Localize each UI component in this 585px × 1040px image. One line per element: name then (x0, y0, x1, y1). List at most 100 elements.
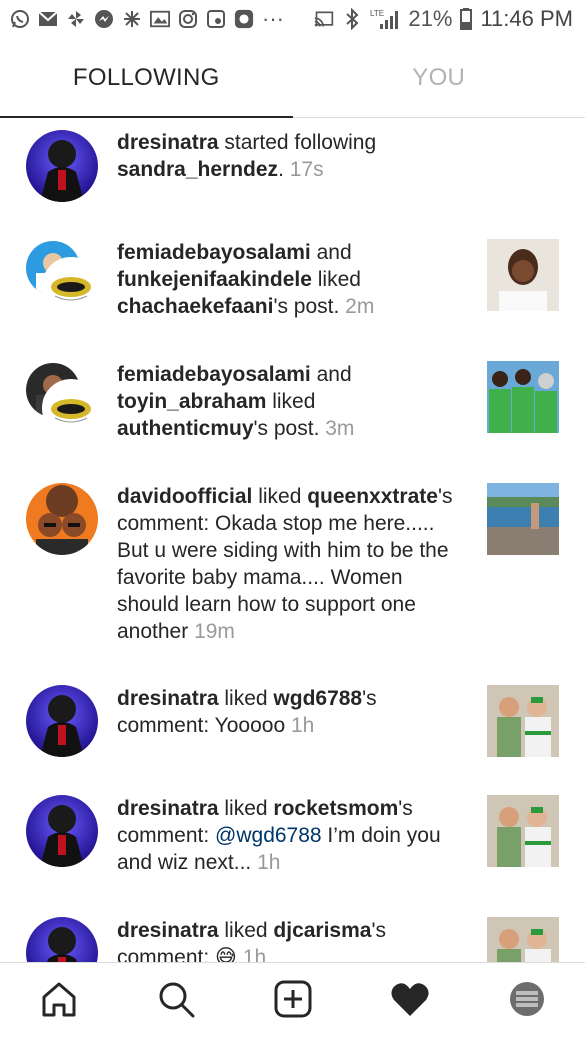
gallery-icon (150, 9, 170, 29)
avatar[interactable] (26, 795, 98, 867)
post-thumbnail[interactable] (487, 239, 559, 311)
target-username-link[interactable]: wgd6788 (273, 687, 362, 710)
network-type-label: LTE (370, 9, 384, 18)
messenger-icon (94, 9, 114, 29)
post-thumbnail[interactable] (487, 483, 559, 555)
activity-text: femiadebayosalami and funkejenifaakindel… (117, 239, 467, 320)
username-link[interactable]: funkejenifaakindele (117, 268, 312, 291)
list-item[interactable]: dresinatra liked djcarisma's comment: 😅 … (0, 917, 585, 962)
target-username-link[interactable]: rocketsmom (273, 797, 398, 820)
activity-verb: liked (218, 797, 274, 820)
nav-search-button[interactable] (146, 972, 206, 1032)
username-link[interactable]: davidoofficial (117, 485, 252, 508)
username-link[interactable]: dresinatra (117, 919, 219, 942)
post-thumbnail[interactable] (487, 795, 559, 867)
add-post-icon (273, 979, 313, 1024)
pinwheel-icon (66, 9, 86, 29)
target-username-link[interactable]: sandra_herndez (117, 158, 278, 181)
cast-icon (314, 9, 334, 29)
bottom-navigation (0, 962, 585, 1040)
activity-text: dresinatra liked djcarisma's comment: 😅 … (117, 917, 467, 962)
timestamp: 19m (194, 620, 235, 643)
avatar-group[interactable] (26, 241, 100, 315)
timestamp: 1h (257, 851, 281, 874)
timestamp: 1h (290, 714, 315, 737)
username-link[interactable]: dresinatra (117, 687, 219, 710)
activity-heart-icon (389, 979, 431, 1024)
avatar[interactable] (26, 685, 98, 757)
more-notifications-indicator: ··· (262, 6, 284, 31)
battery-icon (460, 8, 473, 30)
timestamp: 17s (289, 158, 324, 181)
emoji: 😅 (215, 946, 237, 962)
post-thumbnail[interactable] (487, 685, 559, 757)
nav-add-post-button[interactable] (263, 972, 323, 1032)
target-username-link[interactable]: chachaekefaani (117, 295, 273, 318)
bluetooth-icon (342, 8, 362, 30)
username-link[interactable]: femiadebayosalami (117, 363, 311, 386)
list-item[interactable]: davidoofficial liked queenxxtrate's comm… (0, 483, 585, 653)
activity-tail: . (278, 158, 284, 181)
whatsapp-icon (10, 9, 30, 29)
timestamp: 2m (345, 295, 375, 318)
list-item[interactable]: femiadebayosalami and funkejenifaakindel… (0, 239, 585, 339)
avatar[interactable] (26, 917, 98, 962)
activity-text: davidoofficial liked queenxxtrate's comm… (117, 483, 469, 645)
activity-text: dresinatra liked rocketsmom's comment: @… (117, 795, 467, 876)
list-item[interactable]: dresinatra liked wgd6788's comment: Yooo… (0, 685, 585, 775)
activity-verb: liked (252, 485, 308, 508)
timestamp: 3m (325, 417, 355, 440)
list-item[interactable]: dresinatra started following sandra_hern… (0, 129, 585, 219)
mention-link[interactable]: @wgd6788 (215, 824, 322, 847)
username-link[interactable]: dresinatra (117, 131, 219, 154)
battery-percent: 21% (408, 6, 453, 31)
avatar[interactable] (42, 379, 100, 437)
list-item[interactable]: dresinatra liked rocketsmom's comment: @… (0, 795, 585, 895)
target-username-link[interactable]: queenxxtrate (307, 485, 438, 508)
avatar[interactable] (26, 483, 98, 555)
activity-verb: liked (218, 687, 274, 710)
list-item[interactable]: femiadebayosalami and toyin_abraham like… (0, 361, 585, 461)
activity-tail: 's post. (253, 417, 320, 440)
search-icon (156, 979, 196, 1024)
nav-activity-button[interactable] (380, 972, 440, 1032)
comment-text: comment: (117, 946, 216, 962)
instagram-icon (178, 9, 198, 29)
avatar[interactable] (42, 257, 100, 315)
timestamp: 1h (242, 946, 267, 962)
nav-home-button[interactable] (29, 972, 89, 1032)
username-link[interactable]: femiadebayosalami (117, 241, 311, 264)
post-thumbnail[interactable] (487, 917, 559, 962)
activity-text: femiadebayosalami and toyin_abraham like… (117, 361, 467, 442)
tab-following[interactable]: FOLLOWING (0, 38, 293, 118)
activity-verb: and (310, 241, 352, 264)
activity-tail: 's (371, 919, 386, 942)
comment-text: 's comment: Okada stop me here..... But … (117, 485, 453, 643)
target-username-link[interactable]: djcarisma (273, 919, 371, 942)
activity-verb: started following (218, 131, 377, 154)
home-icon (39, 979, 79, 1024)
activity-verb: liked (311, 268, 361, 291)
status-bar: ··· LTE 21% 11:46 PM (0, 0, 585, 38)
avatar-group[interactable] (26, 363, 100, 437)
settings-icon (122, 9, 142, 29)
activity-verb: liked (218, 919, 274, 942)
activity-tabs: FOLLOWING YOU (0, 38, 585, 118)
app-icon (234, 9, 254, 29)
status-notification-icons: ··· (10, 6, 284, 32)
status-system-icons: LTE 21% 11:46 PM (314, 6, 573, 32)
mail-icon (38, 9, 58, 29)
nav-profile-button[interactable] (497, 972, 557, 1032)
target-username-link[interactable]: authenticmuy (117, 417, 254, 440)
username-link[interactable]: dresinatra (117, 797, 219, 820)
username-link[interactable]: toyin_abraham (117, 390, 266, 413)
record-icon (206, 9, 226, 29)
clock: 11:46 PM (480, 6, 573, 31)
activity-verb: liked (266, 390, 316, 413)
post-thumbnail[interactable] (487, 361, 559, 433)
activity-text: dresinatra started following sandra_hern… (117, 129, 467, 183)
tab-you[interactable]: YOU (293, 38, 585, 117)
activity-verb: and (310, 363, 352, 386)
activity-text: dresinatra liked wgd6788's comment: Yooo… (117, 685, 467, 739)
avatar[interactable] (26, 130, 98, 202)
